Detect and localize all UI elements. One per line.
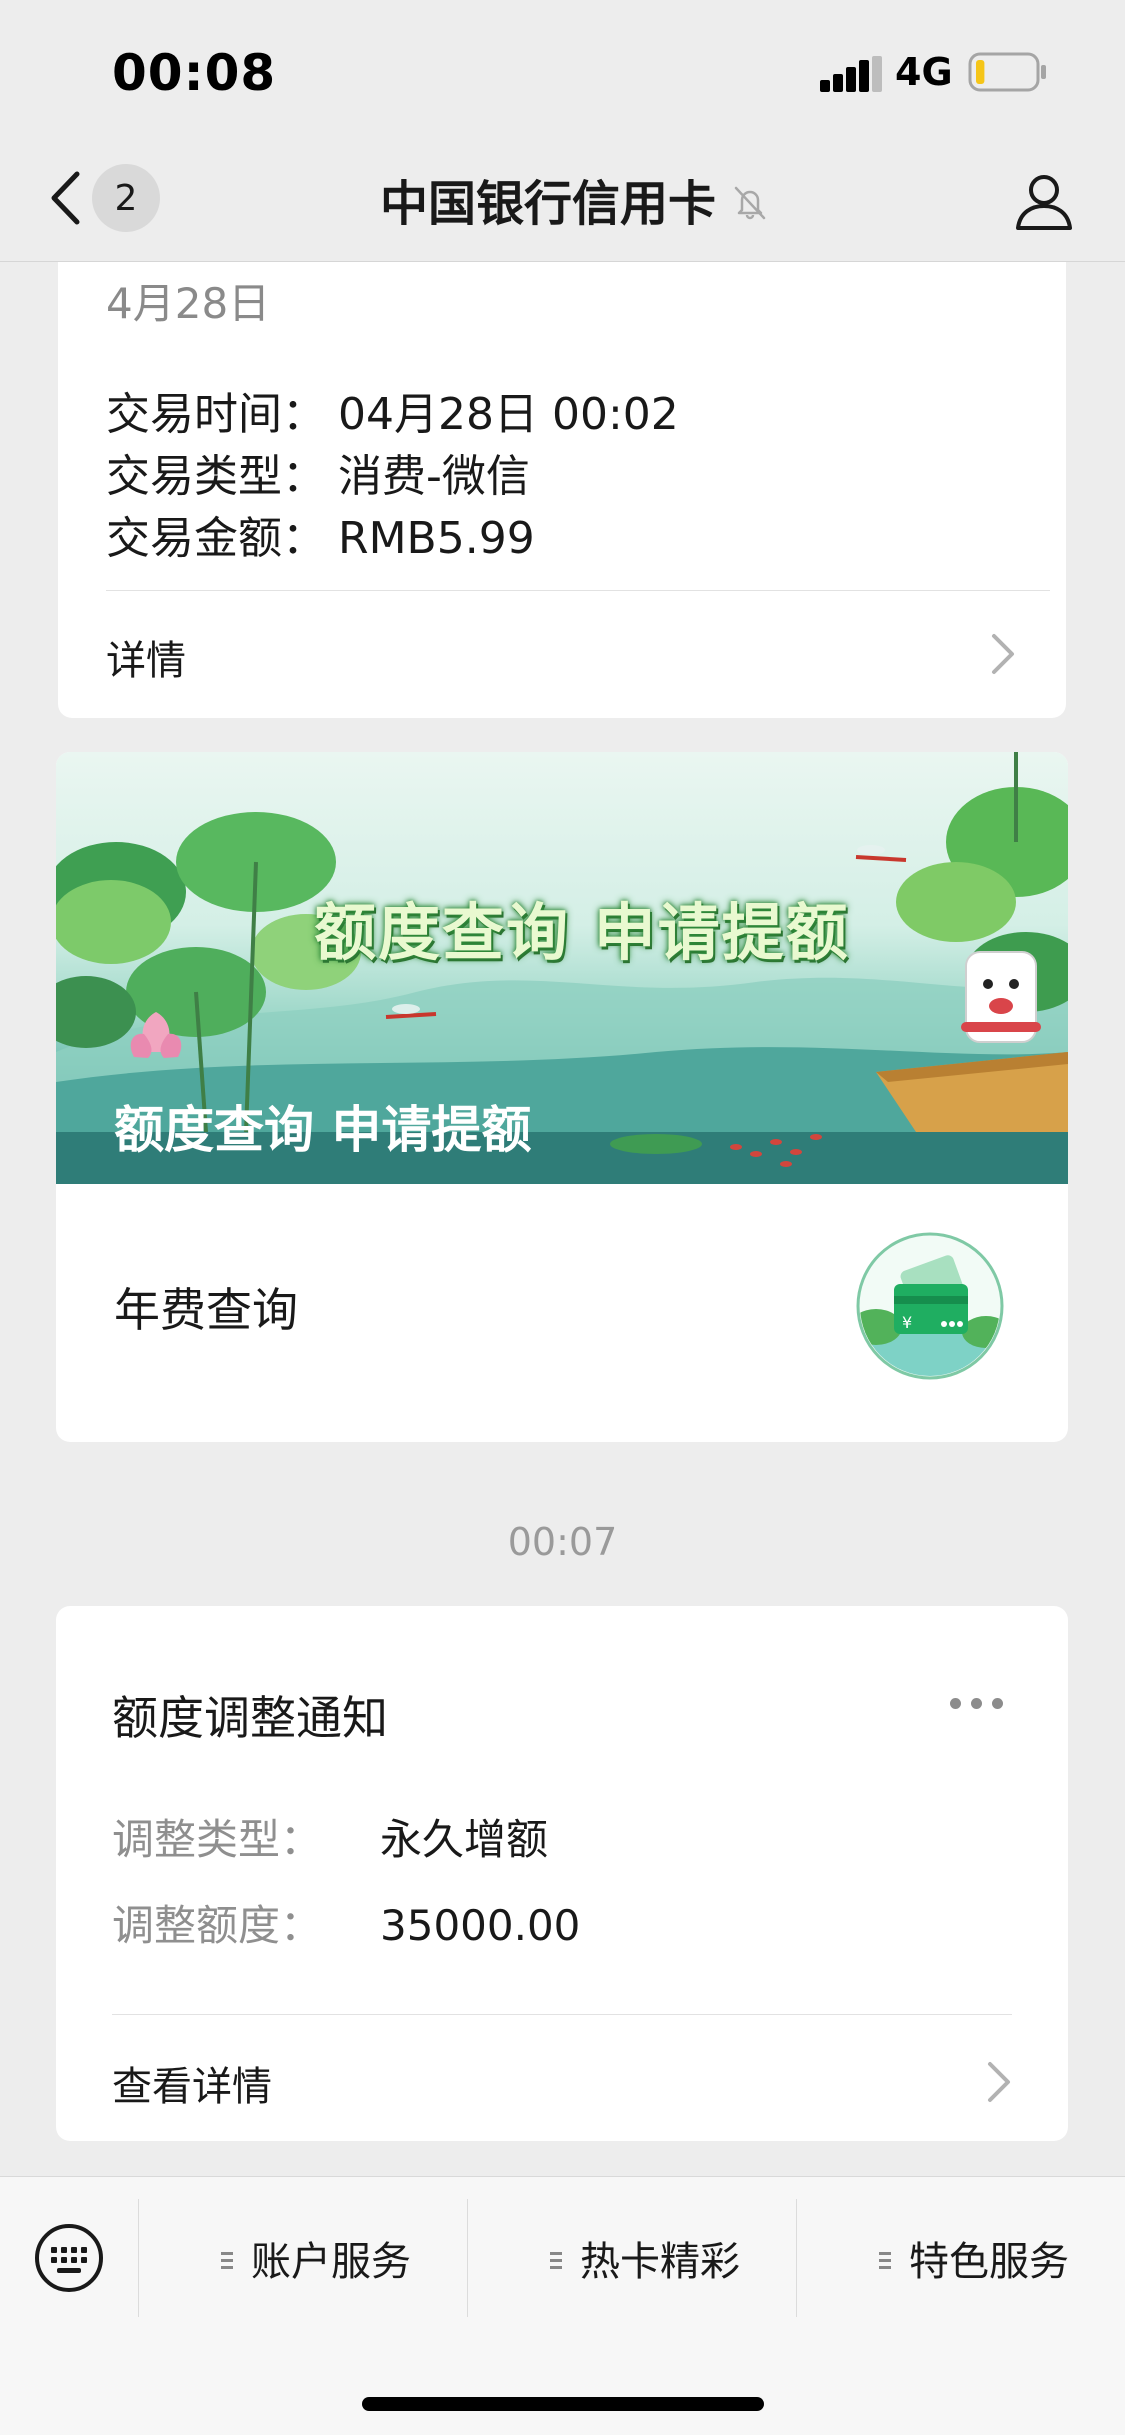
chevron-right-icon — [988, 2062, 1010, 2102]
menu-hot-cards[interactable]: 热卡精彩 — [481, 2199, 809, 2317]
row-label: 调整额度： — [112, 1901, 323, 1950]
unread-badge[interactable]: 2 — [92, 164, 160, 232]
chevron-right-icon — [992, 634, 1014, 674]
home-indicator[interactable] — [362, 2397, 764, 2411]
menu-label: 热卡精彩 — [580, 2239, 740, 2285]
menu-label: 账户服务 — [251, 2239, 411, 2285]
credit-card-yuan-icon[interactable]: ¥ — [856, 1232, 1004, 1380]
nav-title-group: 中国银行信用卡 — [380, 168, 770, 232]
view-details-link[interactable]: 查看详情 — [112, 2054, 272, 2112]
row-value: 消费-微信 — [338, 451, 530, 502]
row-label: 调整类型： — [112, 1815, 323, 1864]
banner-caption: 额度查询 申请提额 — [114, 1101, 532, 1159]
promo-card[interactable]: 额度查询 申请提额 额度查询 申请提额 年费查询 ¥ — [56, 752, 1068, 1442]
page-title: 中国银行信用卡 — [380, 176, 717, 232]
card-title: 额度调整通知 — [112, 1691, 388, 1745]
transaction-time-row: 交易时间： 04月28日 00:02 — [106, 378, 679, 442]
limit-adjust-card[interactable]: 额度调整通知 调整类型： 永久增额 调整额度： 35000.00 查看详情 — [56, 1606, 1068, 2141]
row-label: 交易时间： — [106, 389, 326, 440]
annual-fee-link[interactable]: 年费查询 — [114, 1274, 298, 1340]
top-bar: 00:08 4G 2 中国银行信用卡 — [0, 0, 1125, 262]
detail-link[interactable]: 详情 — [106, 628, 186, 686]
adjust-amount-row: 调整额度： 35000.00 — [112, 1892, 580, 1953]
menu-featured-services[interactable]: 特色服务 — [810, 2199, 1125, 2317]
message-timestamp: 00:07 — [507, 1520, 618, 1564]
row-value: 04月28日 00:02 — [338, 389, 679, 440]
menu-separator — [796, 2199, 797, 2317]
divider — [106, 590, 1050, 591]
promo-banner[interactable]: 额度查询 申请提额 额度查询 申请提额 — [56, 752, 1068, 1184]
battery-icon — [968, 52, 1046, 92]
transaction-amount-row: 交易金额： RMB5.99 — [106, 502, 535, 566]
row-value: 永久增额 — [380, 1815, 549, 1864]
menu-list-icon — [879, 2251, 891, 2269]
menu-separator — [138, 2199, 139, 2317]
menu-account-services[interactable]: 账户服务 — [152, 2199, 480, 2317]
menu-separator — [467, 2199, 468, 2317]
bell-slash-icon — [734, 186, 766, 220]
svg-text:¥: ¥ — [902, 1313, 912, 1332]
row-value: RMB5.99 — [338, 513, 535, 564]
user-icon[interactable] — [1012, 168, 1076, 232]
banner-headline: 额度查询 申请提额 — [314, 896, 850, 969]
more-icon[interactable] — [950, 1698, 1003, 1709]
keyboard-icon[interactable] — [34, 2223, 104, 2293]
network-type: 4G — [895, 50, 953, 94]
adjust-type-row: 调整类型： 永久增额 — [112, 1806, 548, 1867]
divider — [112, 2014, 1012, 2015]
menu-label: 特色服务 — [909, 2239, 1069, 2285]
menu-list-icon — [221, 2251, 233, 2269]
status-time: 00:08 — [112, 44, 277, 102]
transaction-card[interactable]: 4月28日 交易时间： 04月28日 00:02 交易类型： 消费-微信 交易金额：… — [58, 230, 1066, 718]
chevron-left-icon — [51, 171, 80, 225]
transaction-date: 4月28日 — [106, 279, 271, 328]
signal-icon — [820, 56, 882, 92]
transaction-type-row: 交易类型： 消费-微信 — [106, 440, 530, 504]
back-button[interactable] — [40, 168, 90, 228]
row-label: 交易金额： — [106, 513, 326, 564]
row-value: 35000.00 — [380, 1901, 581, 1950]
menu-list-icon — [550, 2251, 562, 2269]
row-label: 交易类型： — [106, 451, 326, 502]
